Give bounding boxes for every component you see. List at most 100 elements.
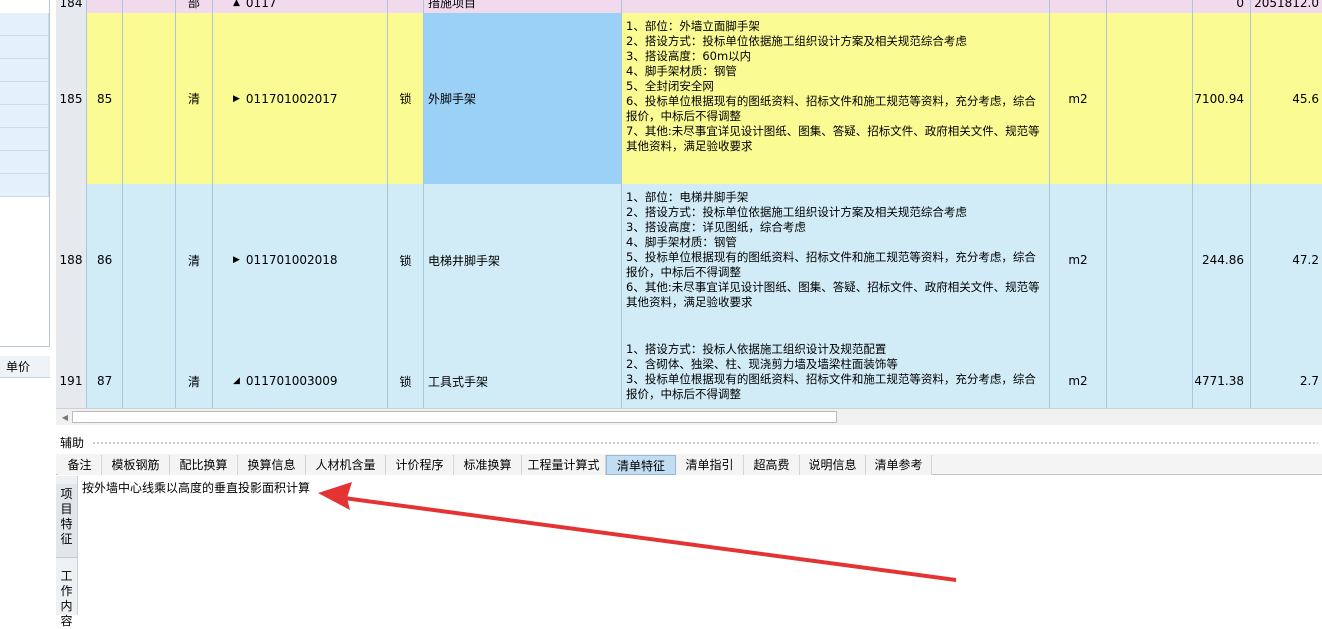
blank-cell[interactable] (1107, 184, 1193, 336)
unit-cell[interactable]: m2 (1050, 336, 1107, 408)
tab-11[interactable]: 说明信息 (800, 455, 866, 475)
unit-cell[interactable]: m2 (1050, 13, 1107, 184)
quantity-cell-text: 4771.38 (1194, 374, 1244, 388)
sequence-cell[interactable] (87, 0, 123, 13)
tab-0[interactable]: 备注 (58, 455, 102, 475)
blank-cell[interactable] (1107, 336, 1193, 408)
row-number[interactable]: 191 (56, 336, 87, 408)
row-number[interactable]: 184 (56, 0, 87, 13)
table-row[interactable]: 188 86 清 ▶ 011701002018 锁 电梯井脚手架 1、部位：电梯井脚手架 2、… (56, 184, 1322, 337)
code-cell[interactable]: ▶ 011701002017 (213, 13, 388, 184)
tab-5[interactable]: 计价程序 (386, 455, 454, 475)
tab-12[interactable]: 清单参考 (866, 455, 932, 475)
tab-8[interactable]: 清单特征 (606, 455, 676, 475)
code-text: 011701003009 (245, 374, 338, 388)
quantity-cell[interactable]: 244.86 (1193, 184, 1251, 336)
blank-cell[interactable] (123, 184, 176, 336)
table-row[interactable]: 185 85 清 ▶ 011701002017 锁 外脚手架 1、部位：外墙立面脚手架 2、搭… (56, 13, 1322, 185)
sequence-cell[interactable]: 87 (87, 336, 123, 408)
type-cell-text: 清 (187, 253, 200, 268)
row-number[interactable]: 188 (56, 184, 87, 336)
quantity-cell-text: 244.86 (1202, 253, 1244, 267)
feature-cell[interactable]: 1、搭设方式：投标人依据施工组织设计及规范配置 2、含砌体、独梁、柱、现浇剪力墙… (622, 336, 1050, 408)
feature-cell-text: 1、部位：外墙立面脚手架 2、搭设方式：投标单位依据施工组织设计方案及相关规范综… (626, 19, 1040, 153)
lock-cell[interactable]: 锁 (388, 184, 424, 336)
code-text: 011701002017 (245, 91, 338, 106)
name-cell[interactable]: 措施项目 (424, 0, 622, 13)
side-tab-project-features[interactable]: 项目特征 (56, 484, 77, 558)
quantity-cell[interactable]: 7100.94 (1193, 13, 1251, 184)
tab-7[interactable]: 工程量计算式 (522, 455, 606, 475)
scroll-left-icon[interactable]: ◀ (58, 411, 72, 424)
name-cell[interactable]: 电梯井脚手架 (424, 184, 622, 336)
lock-cell-text: 锁 (399, 253, 412, 268)
unit-cell[interactable] (1050, 0, 1107, 13)
expand-triangle-icon[interactable]: ◢ (233, 376, 240, 386)
lock-cell-text: 锁 (399, 374, 412, 389)
blank-cell[interactable] (1107, 13, 1193, 184)
arrow-shaft (344, 496, 956, 582)
price-cell-text: 2.7 (1299, 374, 1319, 388)
horizontal-scrollbar[interactable]: ◀ (56, 408, 1322, 425)
arrow-head (318, 482, 352, 510)
tab-2[interactable]: 配比换算 (170, 455, 238, 475)
name-cell[interactable]: 工具式手架 (424, 336, 622, 408)
aux-side-tabs: 项目特征 工作内容 (56, 476, 78, 628)
sequence-cell[interactable]: 85 (87, 13, 123, 184)
blank-cell[interactable] (1107, 0, 1193, 13)
left-panel-frame (0, 0, 50, 347)
feature-cell-text: 1、部位：电梯井脚手架 2、搭设方式：投标单位依据施工组织设计方案及相关规范综合… (626, 190, 1040, 309)
unit-price-header[interactable]: 单价 (0, 356, 50, 378)
quantity-cell[interactable]: 4771.38 (1193, 336, 1251, 408)
lock-cell[interactable]: 锁 (388, 336, 424, 408)
tab-1[interactable]: 模板钢筋 (102, 455, 170, 475)
tab-3[interactable]: 换算信息 (238, 455, 306, 475)
price-cell[interactable]: 45.6 (1251, 13, 1322, 184)
unit-cell-text: m2 (1068, 253, 1088, 267)
type-cell[interactable]: 部 (176, 0, 213, 13)
blank-cell[interactable] (123, 336, 176, 408)
aux-panel-header: 辅助 (56, 433, 1322, 453)
expand-triangle-icon[interactable]: ▲ (233, 0, 240, 8)
table-row[interactable]: 191 87 清 ◢ 011701003009 锁 工具式手架 1、搭设方式：投标人依据施工组… (56, 336, 1322, 408)
type-cell[interactable]: 清 (176, 13, 213, 184)
tab-6[interactable]: 标准换算 (454, 455, 522, 475)
code-cell[interactable]: ▲ 0117 (213, 0, 388, 13)
lock-cell[interactable] (388, 0, 424, 13)
aux-tab-bar: 备注 模板钢筋 配比换算 换算信息 人材机含量 计价程序 标准换算 工程量计算式 清单特征 清单指… (56, 454, 1322, 475)
tab-10[interactable]: 超高费 (744, 455, 800, 475)
sequence-cell-text: 86 (97, 253, 113, 267)
table-row[interactable]: 184 部 ▲ 0117 措施项目 0 2051812.0 (56, 0, 1322, 14)
expand-triangle-icon[interactable]: ▶ (233, 255, 240, 265)
unit-cell[interactable]: m2 (1050, 184, 1107, 336)
type-cell-text: 部 (187, 0, 200, 10)
unit-cell-text: m2 (1068, 91, 1088, 106)
tab-4[interactable]: 人材机含量 (306, 455, 386, 475)
price-cell[interactable]: 47.2 (1251, 184, 1322, 336)
code-cell[interactable]: ◢ 011701003009 (213, 336, 388, 408)
side-tab-work-content[interactable]: 工作内容 (56, 566, 77, 629)
feature-text[interactable]: 按外墙中心线乘以高度的垂直投影面积计算 (82, 479, 310, 496)
blank-cell[interactable] (123, 13, 176, 184)
tab-9[interactable]: 清单指引 (676, 455, 744, 475)
scrollbar-thumb[interactable] (72, 411, 837, 423)
name-cell[interactable]: 外脚手架 (424, 13, 622, 184)
row-number[interactable]: 185 (56, 13, 87, 184)
code-cell[interactable]: ▶ 011701002018 (213, 184, 388, 336)
splitter-grip[interactable] (92, 441, 1318, 445)
type-cell[interactable]: 清 (176, 336, 213, 408)
price-cell[interactable]: 2.7 (1251, 336, 1322, 408)
lock-cell[interactable]: 锁 (388, 13, 424, 184)
blank-cell[interactable] (123, 0, 176, 13)
feature-cell[interactable] (622, 0, 1050, 13)
price-cell[interactable]: 2051812.0 (1251, 0, 1322, 13)
expand-triangle-icon[interactable]: ▶ (233, 94, 240, 104)
feature-cell[interactable]: 1、部位：外墙立面脚手架 2、搭设方式：投标单位依据施工组织设计方案及相关规范综… (622, 13, 1050, 184)
feature-cell[interactable]: 1、部位：电梯井脚手架 2、搭设方式：投标单位依据施工组织设计方案及相关规范综合… (622, 184, 1050, 336)
name-cell-text: 电梯井脚手架 (428, 253, 501, 268)
quantity-cell[interactable]: 0 (1193, 0, 1251, 13)
type-cell[interactable]: 清 (176, 184, 213, 336)
code-text: 0117 (245, 0, 277, 10)
quantity-cell-text: 0 (1236, 0, 1244, 10)
sequence-cell[interactable]: 86 (87, 184, 123, 336)
